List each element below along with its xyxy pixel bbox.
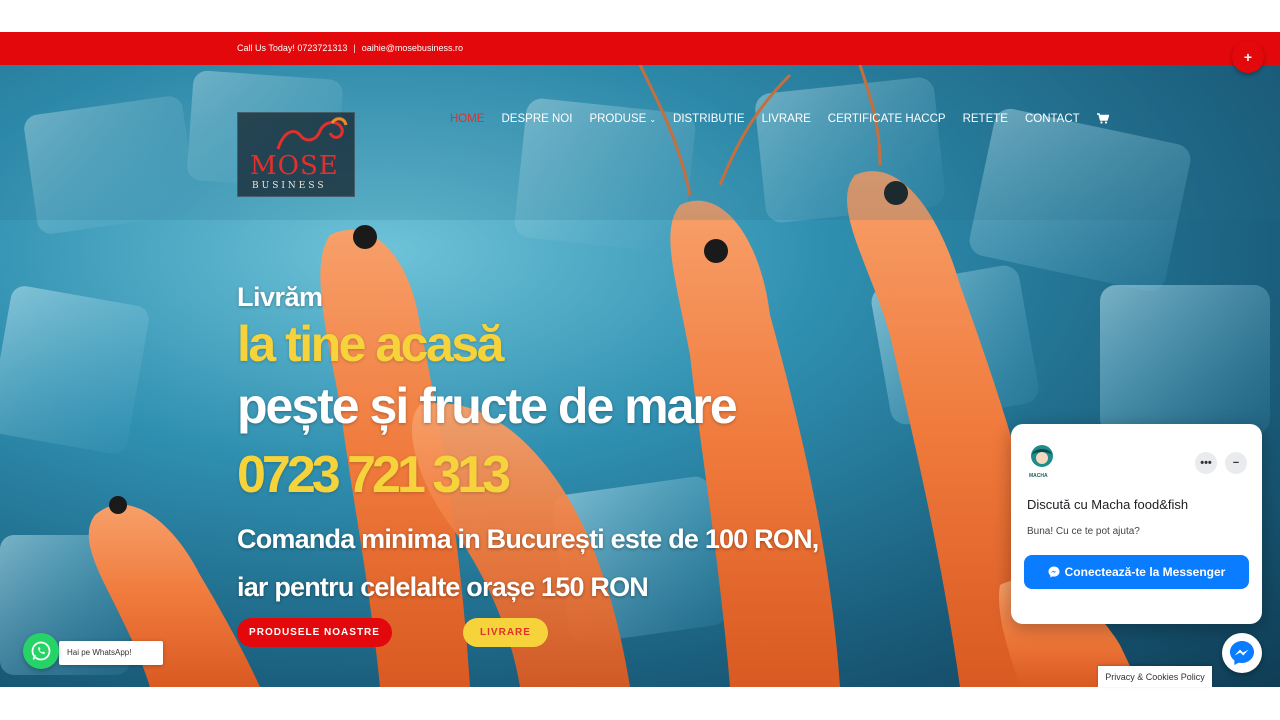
delivery-button[interactable]: LIVRARE [463,618,548,647]
nav-item-produse-label: PRODUSE [589,113,647,125]
privacy-cookies-tab[interactable]: Privacy & Cookies Policy [1098,666,1212,687]
hero-line-5: iar pentru celelalte orașe 150 RON [237,572,649,602]
main-navigation: HOME DESPRE NOI PRODUSE ⌄ DISTRIBUȚIE LIV… [450,113,1109,127]
logo-sub-text: BUSINESS [252,181,327,191]
site-logo[interactable]: MOSE BUSINESS [237,112,355,197]
hero-line-2: la tine acasă [237,316,504,372]
logo-main-text: MOSE [250,151,339,181]
chat-more-button[interactable]: ••• [1195,452,1217,474]
hero-line-3: pește și fructe de mare [237,378,738,434]
chat-avatar-text: MACHA [1029,473,1048,479]
whatsapp-label[interactable]: Hai pe WhatsApp! [59,641,163,665]
chat-message: Buna! Cu ce te pot ajuta? [1027,526,1140,537]
messenger-icon [1230,641,1254,665]
nav-item-livrare[interactable]: LIVRARE [762,113,811,127]
top-bar: Call Us Today! 0723721313 | oaihie@moseb… [0,32,1280,65]
messenger-chat-widget: MACHA ••• − Discută cu Macha food&fish B… [1011,424,1262,624]
page: Call Us Today! 0723721313 | oaihie@moseb… [0,0,1280,720]
header-strip [0,65,1280,220]
nav-item-contact[interactable]: CONTACT [1025,113,1080,127]
top-bar-phone[interactable]: Call Us Today! 0723721313 [237,43,347,53]
nav-item-certificate-haccp[interactable]: CERTIFICATE HACCP [828,113,946,127]
chevron-down-icon: ⌄ [649,115,657,124]
hero-line-1: Livrăm [237,282,323,312]
chat-avatar [1031,445,1053,467]
whatsapp-icon [31,641,51,661]
top-bar-contact: Call Us Today! 0723721313 | oaihie@moseb… [237,43,463,53]
cart-icon[interactable] [1096,113,1109,127]
top-bar-separator: | [353,43,356,53]
cart-icon-svg [1096,113,1109,124]
hero-line-4: Comanda minima in București este de 100 … [237,524,819,554]
chat-title: Discută cu Macha food&fish [1027,497,1189,512]
logo-swirl-icon [276,117,348,150]
nav-item-produse[interactable]: PRODUSE ⌄ [589,113,656,127]
top-bar-email[interactable]: oaihie@mosebusiness.ro [362,43,463,53]
connect-messenger-button[interactable]: Conectează-te la Messenger [1024,555,1249,589]
connect-messenger-label: Conectează-te la Messenger [1064,565,1226,579]
messenger-launcher-button[interactable] [1222,633,1262,673]
hero-phone[interactable]: 0723 721 313 [237,445,511,505]
plus-toggle-button[interactable]: + [1232,41,1264,73]
products-button[interactable]: PRODUSELE NOASTRE [237,618,392,647]
chat-minimize-button[interactable]: − [1225,452,1247,474]
messenger-icon [1048,566,1060,578]
whatsapp-button[interactable] [23,633,59,669]
nav-item-home[interactable]: HOME [450,113,485,127]
nav-item-retete[interactable]: RETETE [963,113,1008,127]
nav-item-despre-noi[interactable]: DESPRE NOI [502,113,573,127]
nav-item-distributie[interactable]: DISTRIBUȚIE [673,113,745,127]
